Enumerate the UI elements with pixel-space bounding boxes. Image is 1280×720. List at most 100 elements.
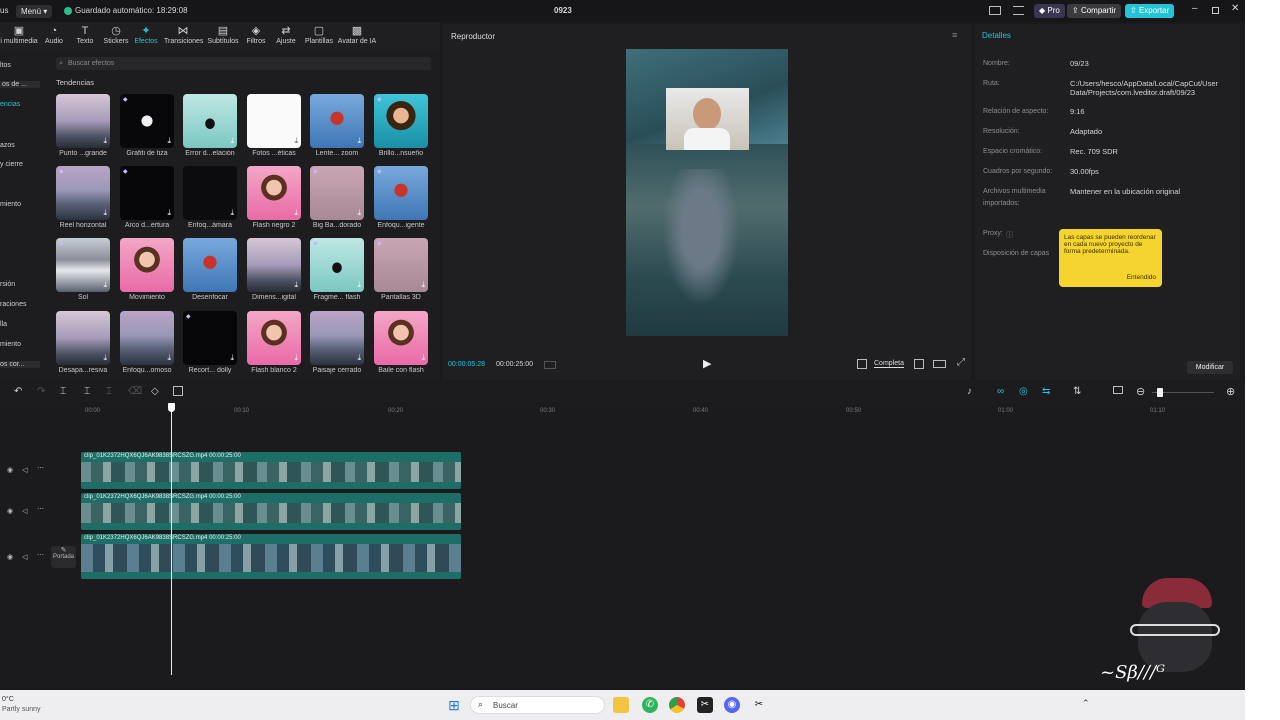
sidebar-item[interactable]: os cor... bbox=[0, 361, 40, 368]
effect-tile[interactable]: ◆ ⤓ bbox=[120, 166, 174, 220]
video-clip[interactable]: clip_01K2372HQX6QJ6AK9838SRCSZG.mp4 00:0… bbox=[81, 534, 461, 579]
effect-tile[interactable] bbox=[183, 238, 237, 292]
sidebar-item[interactable]: miento bbox=[0, 201, 21, 208]
effect-tile[interactable]: ◆ ⤓ bbox=[183, 311, 237, 365]
split-icon[interactable]: ⌶ bbox=[60, 386, 66, 397]
ratio-button[interactable]: Completa bbox=[874, 360, 904, 368]
sidebar-item[interactable]: azos bbox=[0, 142, 15, 149]
marker-icon[interactable] bbox=[173, 386, 183, 396]
volume-icon[interactable]: ◁ bbox=[22, 466, 27, 474]
effect-tile[interactable]: ⤓ bbox=[183, 166, 237, 220]
tooltip-ok-button[interactable]: Entendido bbox=[1127, 274, 1156, 281]
sidebar-item[interactable]: os de ... bbox=[0, 81, 40, 88]
crop-icon[interactable] bbox=[914, 359, 924, 369]
close-icon[interactable]: ✕ bbox=[1231, 3, 1239, 14]
timecode-icon[interactable] bbox=[544, 361, 556, 369]
sidebar-item[interactable]: y cierre bbox=[0, 161, 23, 168]
tab-ai-avatar[interactable]: ▩ Avatar de IA bbox=[337, 25, 377, 45]
minimize-icon[interactable]: – bbox=[1192, 3, 1198, 14]
play-icon[interactable]: ▶ bbox=[703, 357, 711, 370]
effect-tile[interactable]: ◆ ⤓ bbox=[120, 94, 174, 148]
effects-search-input[interactable]: ⌕ Buscar efectos bbox=[56, 57, 431, 70]
effect-tile[interactable]: ◆ ⤓ bbox=[310, 238, 364, 292]
align-icon[interactable]: ⇅ bbox=[1073, 386, 1081, 397]
eye-icon[interactable]: ◉ bbox=[7, 507, 13, 515]
effect-tile[interactable]: ⤓ bbox=[56, 311, 110, 365]
sidebar-item-active[interactable]: encias bbox=[0, 101, 20, 108]
sidebar-item[interactable]: raciones bbox=[0, 301, 26, 308]
effect-tile[interactable]: ⤓ bbox=[183, 94, 237, 148]
preview-icon[interactable] bbox=[1113, 386, 1123, 394]
microphone-icon[interactable]: ♪ bbox=[967, 386, 972, 397]
tab-effects[interactable]: ✦ Efectos bbox=[134, 25, 158, 45]
shield-icon[interactable]: ◇ bbox=[151, 386, 159, 397]
effect-tile[interactable]: ◆ ⤓ bbox=[56, 94, 110, 148]
capcut-alt-icon[interactable]: ✂ bbox=[751, 697, 767, 713]
tab-audio[interactable]: ◔ Audio bbox=[44, 25, 64, 45]
sidebar-item[interactable]: ltos bbox=[0, 62, 11, 69]
effect-tile[interactable]: ⤓ bbox=[247, 166, 301, 220]
undo-icon[interactable]: ↶ bbox=[14, 386, 22, 397]
effect-tile[interactable]: ⤓ bbox=[310, 94, 364, 148]
effect-tile[interactable]: ◆ ⤓ bbox=[56, 166, 110, 220]
cover-button[interactable]: ✎ Portada bbox=[51, 546, 76, 568]
more-icon[interactable]: ⋯ bbox=[37, 551, 44, 559]
zoom-in-icon[interactable]: ⊕ bbox=[1226, 385, 1235, 398]
layout-icon[interactable] bbox=[989, 6, 1001, 15]
menu-button[interactable]: Menú ▾ bbox=[16, 5, 53, 18]
effect-tile[interactable]: ◆ ⤓ bbox=[310, 166, 364, 220]
effect-tile[interactable]: ⤓ bbox=[247, 238, 301, 292]
eye-icon[interactable]: ◉ bbox=[7, 553, 13, 561]
tab-adjust[interactable]: ⇄ Ajuste bbox=[275, 25, 297, 45]
fullscreen-icon[interactable]: ⤢ bbox=[957, 357, 965, 368]
link-icon[interactable]: ∞ bbox=[997, 386, 1004, 397]
more-icon[interactable]: ⋯ bbox=[37, 505, 44, 513]
pro-button[interactable]: ◆ Pro bbox=[1034, 4, 1065, 18]
timeline[interactable]: 00:00 00:10 00:20 00:30 00:40 00:50 01:0… bbox=[0, 403, 1245, 685]
effect-tile[interactable] bbox=[120, 238, 174, 292]
chrome-icon[interactable] bbox=[669, 697, 685, 713]
split-right-icon[interactable]: ⌶ bbox=[106, 386, 112, 397]
info-icon[interactable]: ⓘ bbox=[1006, 230, 1013, 240]
effect-tile[interactable]: ⤓ bbox=[120, 311, 174, 365]
effect-tile[interactable]: ◆ ⤓ bbox=[56, 238, 110, 292]
split-left-icon[interactable]: ⌶ bbox=[84, 386, 90, 397]
frame-icon[interactable] bbox=[857, 359, 867, 369]
maximize-icon[interactable] bbox=[1212, 7, 1219, 14]
sidebar-item[interactable]: rsión bbox=[0, 281, 15, 288]
share-button[interactable]: ⇪ Compartir bbox=[1067, 4, 1122, 18]
effect-tile[interactable]: ⤓ bbox=[247, 94, 301, 148]
tab-stickers[interactable]: ◷ Stickers bbox=[103, 25, 129, 45]
discord-icon[interactable]: ◉ bbox=[724, 697, 740, 713]
snap-icon[interactable]: ⇆ bbox=[1042, 386, 1050, 397]
playhead-handle[interactable] bbox=[168, 403, 175, 412]
effect-tile[interactable]: ⤓ bbox=[310, 311, 364, 365]
whatsapp-icon[interactable]: ✆ bbox=[642, 697, 658, 713]
list-icon[interactable] bbox=[1013, 6, 1024, 15]
video-clip[interactable]: clip_01K2372HQX6QJ6AK9838SRCSZG.mp4 00:0… bbox=[81, 493, 461, 530]
sidebar-item[interactable]: lla bbox=[0, 321, 7, 328]
tab-transitions[interactable]: ⋈ Transiciones bbox=[164, 25, 203, 45]
sidebar-item[interactable]: miento bbox=[0, 341, 21, 348]
redo-icon[interactable]: ↷ bbox=[37, 386, 45, 397]
zoom-slider-handle[interactable] bbox=[1157, 388, 1163, 397]
tab-filters[interactable]: ◈ Filtros bbox=[245, 25, 267, 45]
delete-icon[interactable]: ⌫ bbox=[128, 386, 142, 397]
effect-tile[interactable]: ⤓ bbox=[247, 311, 301, 365]
video-clip[interactable]: clip_01K2372HQX6QJ6AK9838SRCSZG.mp4 00:0… bbox=[81, 452, 461, 489]
tab-media[interactable]: ▣ i multimedia bbox=[0, 25, 38, 45]
effect-tile[interactable]: ◆ ⤓ bbox=[374, 238, 428, 292]
hamburger-icon[interactable]: ≡ bbox=[952, 30, 957, 40]
export-button[interactable]: ⇧ Exportar bbox=[1125, 4, 1175, 18]
tab-text[interactable]: T Texto bbox=[74, 25, 96, 45]
capcut-icon[interactable]: ✂ bbox=[697, 697, 713, 713]
tab-templates[interactable]: ▢ Plantillas bbox=[303, 25, 335, 45]
video-preview[interactable] bbox=[626, 49, 788, 336]
eye-icon[interactable]: ◉ bbox=[7, 466, 13, 474]
effect-tile[interactable]: ◆ bbox=[374, 94, 428, 148]
tab-subtitles[interactable]: ▤ Subtítulos bbox=[207, 25, 239, 45]
volume-icon[interactable]: ◁ bbox=[22, 507, 27, 515]
zoom-out-icon[interactable]: ⊖ bbox=[1136, 385, 1145, 398]
effect-tile[interactable]: ⤓ bbox=[374, 311, 428, 365]
taskbar-search[interactable]: ⌕ Buscar bbox=[470, 696, 605, 714]
